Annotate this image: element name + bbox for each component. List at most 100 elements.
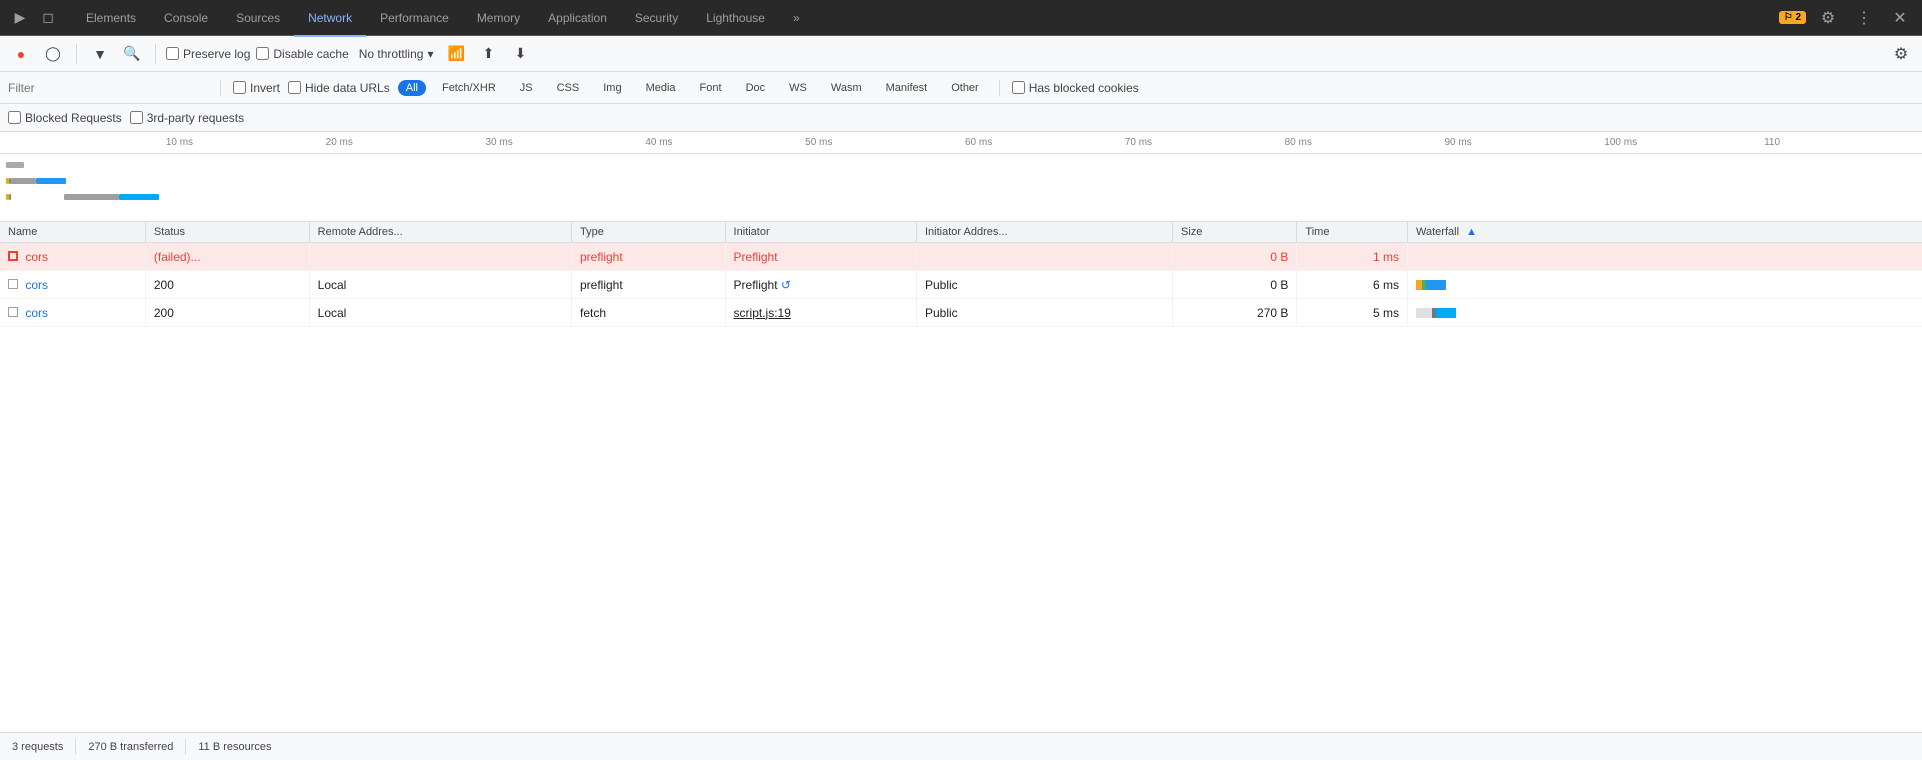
record-button[interactable]: ●	[8, 41, 34, 67]
col-status[interactable]: Status	[145, 222, 309, 243]
wifi-icon[interactable]: 📶	[443, 41, 469, 67]
row2-checkbox-indicator	[8, 279, 18, 289]
table-row[interactable]: cors (failed)... preflight Preflight 0 B…	[0, 243, 1922, 271]
blocked-requests-label[interactable]: Blocked Requests	[8, 111, 122, 125]
resources-size: 11 B resources	[198, 741, 271, 753]
filter-chip-manifest[interactable]: Manifest	[878, 80, 936, 96]
third-party-label[interactable]: 3rd-party requests	[130, 111, 244, 125]
row3-initiator: script.js:19	[725, 299, 916, 327]
filter-chip-wasm[interactable]: Wasm	[823, 80, 870, 96]
filter-input[interactable]	[8, 81, 208, 95]
tab-lighthouse[interactable]: Lighthouse	[692, 1, 779, 37]
filter-chip-other[interactable]: Other	[943, 80, 987, 96]
row1-initiator: Preflight	[725, 243, 916, 271]
hide-data-urls-label[interactable]: Hide data URLs	[288, 81, 390, 95]
blocked-cookies-label[interactable]: Has blocked cookies	[1012, 81, 1139, 95]
row3-waterfall	[1408, 299, 1922, 327]
hide-data-urls-checkbox[interactable]	[288, 81, 301, 94]
table-row[interactable]: cors 200 Local fetch script.js:19 Public…	[0, 299, 1922, 327]
row1-size: 0 B	[1173, 243, 1297, 271]
settings-icon[interactable]: ⚙	[1814, 4, 1842, 32]
row2-initiator: Preflight ↺	[725, 271, 916, 299]
tick-5: 50 ms	[803, 137, 963, 148]
row1-waterfall	[1408, 243, 1922, 271]
cursor-icon[interactable]: ▶	[8, 6, 32, 30]
table-row[interactable]: cors 200 Local preflight Preflight ↺ Pub…	[0, 271, 1922, 299]
error-indicator	[8, 251, 18, 261]
row1-name-cell: cors	[0, 243, 145, 271]
disable-cache-label[interactable]: Disable cache	[256, 47, 348, 61]
tab-application[interactable]: Application	[534, 1, 621, 37]
filter-chip-font[interactable]: Font	[692, 80, 730, 96]
filter-chip-img[interactable]: Img	[595, 80, 629, 96]
network-table: Name Status Remote Addres... Type Initia…	[0, 222, 1922, 327]
tab-memory[interactable]: Memory	[463, 1, 534, 37]
network-settings-icon[interactable]: ⚙	[1888, 41, 1914, 67]
timeline-svg	[4, 158, 304, 218]
preserve-log-checkbox[interactable]	[166, 47, 179, 60]
timeline: 10 ms 20 ms 30 ms 40 ms 50 ms 60 ms 70 m…	[0, 132, 1922, 222]
col-time[interactable]: Time	[1297, 222, 1408, 243]
tab-security[interactable]: Security	[621, 1, 692, 37]
filter-chip-fetch-xhr[interactable]: Fetch/XHR	[434, 80, 504, 96]
tab-elements[interactable]: Elements	[72, 1, 150, 37]
tab-network[interactable]: Network	[294, 1, 366, 37]
wf-seg-waiting	[1426, 280, 1446, 290]
filter-sep-2	[999, 80, 1000, 96]
row3-status: 200	[145, 299, 309, 327]
filter-bar: Invert Hide data URLs All Fetch/XHR JS C…	[0, 72, 1922, 104]
search-icon[interactable]: 🔍	[119, 41, 145, 67]
download-icon[interactable]: ⬇	[507, 41, 533, 67]
tab-performance[interactable]: Performance	[366, 1, 463, 37]
row2-time: 6 ms	[1297, 271, 1408, 299]
preserve-log-label[interactable]: Preserve log	[166, 47, 250, 61]
tick-2: 20 ms	[324, 137, 484, 148]
filter-chip-css[interactable]: CSS	[549, 80, 588, 96]
throttle-dropdown-icon: ▾	[427, 47, 433, 61]
blocked-cookies-checkbox[interactable]	[1012, 81, 1025, 94]
third-party-checkbox[interactable]	[130, 111, 143, 124]
col-initiator-address[interactable]: Initiator Addres...	[917, 222, 1173, 243]
filter-sep-1	[220, 80, 221, 96]
disable-cache-checkbox[interactable]	[256, 47, 269, 60]
tab-console[interactable]: Console	[150, 1, 222, 37]
row2-size: 0 B	[1173, 271, 1297, 299]
col-name[interactable]: Name	[0, 222, 145, 243]
filter-icon[interactable]: ▼	[87, 41, 113, 67]
filter-chip-ws[interactable]: WS	[781, 80, 815, 96]
upload-icon[interactable]: ⬆	[475, 41, 501, 67]
filter-chip-js[interactable]: JS	[512, 80, 541, 96]
filter-chip-media[interactable]: Media	[638, 80, 684, 96]
issue-badge[interactable]: ⚐ 2	[1779, 11, 1806, 24]
tick-7: 70 ms	[1123, 137, 1283, 148]
tab-sources[interactable]: Sources	[222, 1, 294, 37]
close-icon[interactable]: ✕	[1886, 4, 1914, 32]
separator-2	[155, 44, 156, 64]
filter-chip-all[interactable]: All	[398, 80, 426, 96]
clear-button[interactable]: ◯	[40, 41, 66, 67]
more-menu-icon[interactable]: ⋮	[1850, 4, 1878, 32]
col-type[interactable]: Type	[572, 222, 726, 243]
row3-waterfall-bars	[1416, 307, 1914, 319]
col-initiator[interactable]: Initiator	[725, 222, 916, 243]
tick-4: 40 ms	[643, 137, 803, 148]
tab-bar: ▶ ◻ Elements Console Sources Network Per…	[0, 0, 1922, 36]
device-icon[interactable]: ◻	[36, 6, 60, 30]
invert-checkbox[interactable]	[233, 81, 246, 94]
tab-bar-right: ⚐ 2 ⚙ ⋮ ✕	[1779, 4, 1914, 32]
filter-chip-doc[interactable]: Doc	[738, 80, 774, 96]
blocked-requests-checkbox[interactable]	[8, 111, 21, 124]
tab-more[interactable]: »	[779, 1, 814, 37]
preflight-icon: ↺	[781, 278, 791, 292]
col-remote-address[interactable]: Remote Addres...	[309, 222, 571, 243]
throttle-select[interactable]: No throttling ▾	[355, 45, 438, 63]
row3-checkbox-indicator	[8, 307, 18, 317]
separator-1	[76, 44, 77, 64]
transferred-size: 270 B transferred	[88, 741, 173, 753]
col-size[interactable]: Size	[1173, 222, 1297, 243]
row3-initiator-addr: Public	[917, 299, 1173, 327]
invert-label[interactable]: Invert	[233, 81, 280, 95]
tick-8: 80 ms	[1283, 137, 1443, 148]
requests-count: 3 requests	[12, 741, 63, 753]
col-waterfall[interactable]: Waterfall ▲	[1408, 222, 1922, 243]
